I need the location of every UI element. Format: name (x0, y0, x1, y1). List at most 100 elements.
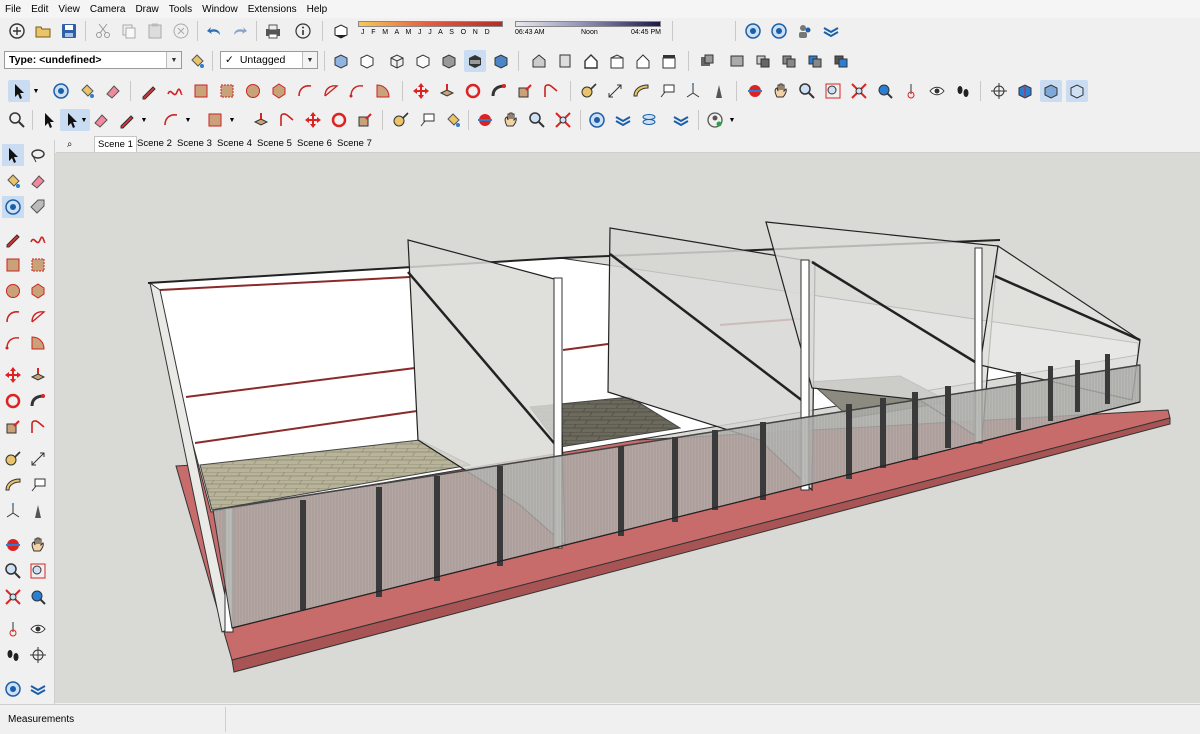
iso-view-button[interactable] (528, 50, 550, 72)
follow-me-button[interactable] (488, 80, 510, 102)
paste-button[interactable] (144, 20, 166, 42)
front-view-button[interactable] (580, 50, 602, 72)
menu-draw[interactable]: Draw (130, 4, 163, 15)
extension-manager-button[interactable] (670, 109, 692, 131)
shape-tool-button[interactable] (204, 109, 226, 131)
pan-button[interactable] (27, 534, 49, 556)
layers-button[interactable] (820, 20, 842, 42)
move-button[interactable] (410, 80, 432, 102)
scale-button[interactable] (2, 416, 24, 438)
position-camera-button[interactable] (900, 80, 922, 102)
previous-view-button[interactable] (874, 80, 896, 102)
back-view-button[interactable] (632, 50, 654, 72)
look-around-button[interactable] (27, 618, 49, 640)
zoom-button[interactable] (2, 560, 24, 582)
monochrome-button[interactable] (490, 50, 512, 72)
people-button[interactable] (794, 20, 816, 42)
lasso-button[interactable] (27, 144, 49, 166)
search-button[interactable] (6, 109, 28, 131)
wireframe-button[interactable] (386, 50, 408, 72)
top-view-button[interactable] (554, 50, 576, 72)
zoom-extents-button[interactable] (552, 109, 574, 131)
zoom-button[interactable] (526, 109, 548, 131)
3d-text-button[interactable] (708, 80, 730, 102)
two-point-arc-button[interactable] (27, 306, 49, 328)
circle-button[interactable] (2, 280, 24, 302)
pan-button[interactable] (770, 80, 792, 102)
intersect-button[interactable] (752, 50, 774, 72)
push-pull-button[interactable] (436, 80, 458, 102)
chevron-down-icon[interactable]: ▼ (166, 52, 181, 68)
zoom-extents-button[interactable] (2, 586, 24, 608)
eraser-button[interactable] (90, 109, 112, 131)
rectangle-button[interactable] (2, 254, 24, 276)
tab-scene-3[interactable]: Scene 3 (174, 136, 215, 151)
line-dropdown-button[interactable]: ▼ (138, 109, 150, 131)
shadow-date-slider[interactable]: J F M A M J J A S O N D (358, 21, 503, 39)
component-button[interactable] (2, 196, 24, 218)
rotated-rect-button[interactable] (27, 254, 49, 276)
scale-button[interactable] (354, 109, 376, 131)
dimension-button[interactable] (604, 80, 626, 102)
entity-type-combo[interactable]: Type: <undefined> ▼ (4, 51, 182, 69)
polygon-button[interactable] (268, 80, 290, 102)
tape-measure-button[interactable] (390, 109, 412, 131)
paint-button[interactable] (76, 80, 98, 102)
walk-button[interactable] (952, 80, 974, 102)
scale-button[interactable] (514, 80, 536, 102)
hidden-line-button[interactable] (412, 50, 434, 72)
account-button[interactable] (704, 109, 726, 131)
back-edges-button[interactable] (356, 50, 378, 72)
text-button[interactable] (416, 109, 438, 131)
tab-scene-1[interactable]: Scene 1 (94, 136, 137, 152)
orbit-button[interactable] (744, 80, 766, 102)
chevron-down-icon[interactable]: ▼ (302, 52, 317, 68)
rotate-button[interactable] (2, 390, 24, 412)
scenes-search-icon[interactable]: ⌕ (64, 137, 75, 152)
zoom-extents-button[interactable] (848, 80, 870, 102)
solid-tool-button[interactable] (696, 50, 718, 72)
freehand-button[interactable] (27, 228, 49, 250)
line-tool-button[interactable] (138, 80, 160, 102)
arc-dropdown-button[interactable]: ▼ (182, 109, 194, 131)
menu-extensions[interactable]: Extensions (243, 4, 302, 15)
measurements-box[interactable]: Measurements (0, 707, 226, 732)
look-around-button[interactable] (926, 80, 948, 102)
polygon-button[interactable] (27, 280, 49, 302)
tab-scene-4[interactable]: Scene 4 (214, 136, 255, 151)
union-button[interactable] (778, 50, 800, 72)
eraser-button[interactable] (102, 80, 124, 102)
rotate-button[interactable] (328, 109, 350, 131)
3d-warehouse-button[interactable] (586, 109, 608, 131)
select-dropdown-button[interactable]: ▼ (30, 80, 42, 102)
tab-scene-5[interactable]: Scene 5 (254, 136, 295, 151)
offset-button[interactable] (27, 416, 49, 438)
copy-button[interactable] (118, 20, 140, 42)
xray-button[interactable] (330, 50, 352, 72)
select-tool-button[interactable] (8, 80, 30, 102)
component-tool-button[interactable] (742, 20, 764, 42)
zoom-window-button[interactable] (27, 560, 49, 582)
redo-button[interactable] (229, 20, 251, 42)
cut-button[interactable] (92, 20, 114, 42)
rotated-rect-button[interactable] (216, 80, 238, 102)
section-plane-button[interactable] (988, 80, 1010, 102)
open-button[interactable] (32, 20, 54, 42)
tab-scene-6[interactable]: Scene 6 (294, 136, 335, 151)
menu-help[interactable]: Help (302, 4, 333, 15)
arc-button[interactable] (2, 306, 24, 328)
circle-button[interactable] (242, 80, 264, 102)
move-button[interactable] (2, 364, 24, 386)
two-point-arc-button[interactable] (320, 80, 342, 102)
select-options-button[interactable]: ▼ (60, 109, 90, 131)
axes-button[interactable] (682, 80, 704, 102)
layout-button[interactable] (638, 109, 660, 131)
three-point-arc-button[interactable] (346, 80, 368, 102)
textured-button[interactable] (464, 50, 486, 72)
shaded-button[interactable] (438, 50, 460, 72)
3d-warehouse-button[interactable] (2, 678, 24, 700)
new-file-button[interactable] (6, 20, 28, 42)
save-button[interactable] (58, 20, 80, 42)
line-tool-button[interactable] (116, 109, 138, 131)
orbit-button[interactable] (2, 534, 24, 556)
